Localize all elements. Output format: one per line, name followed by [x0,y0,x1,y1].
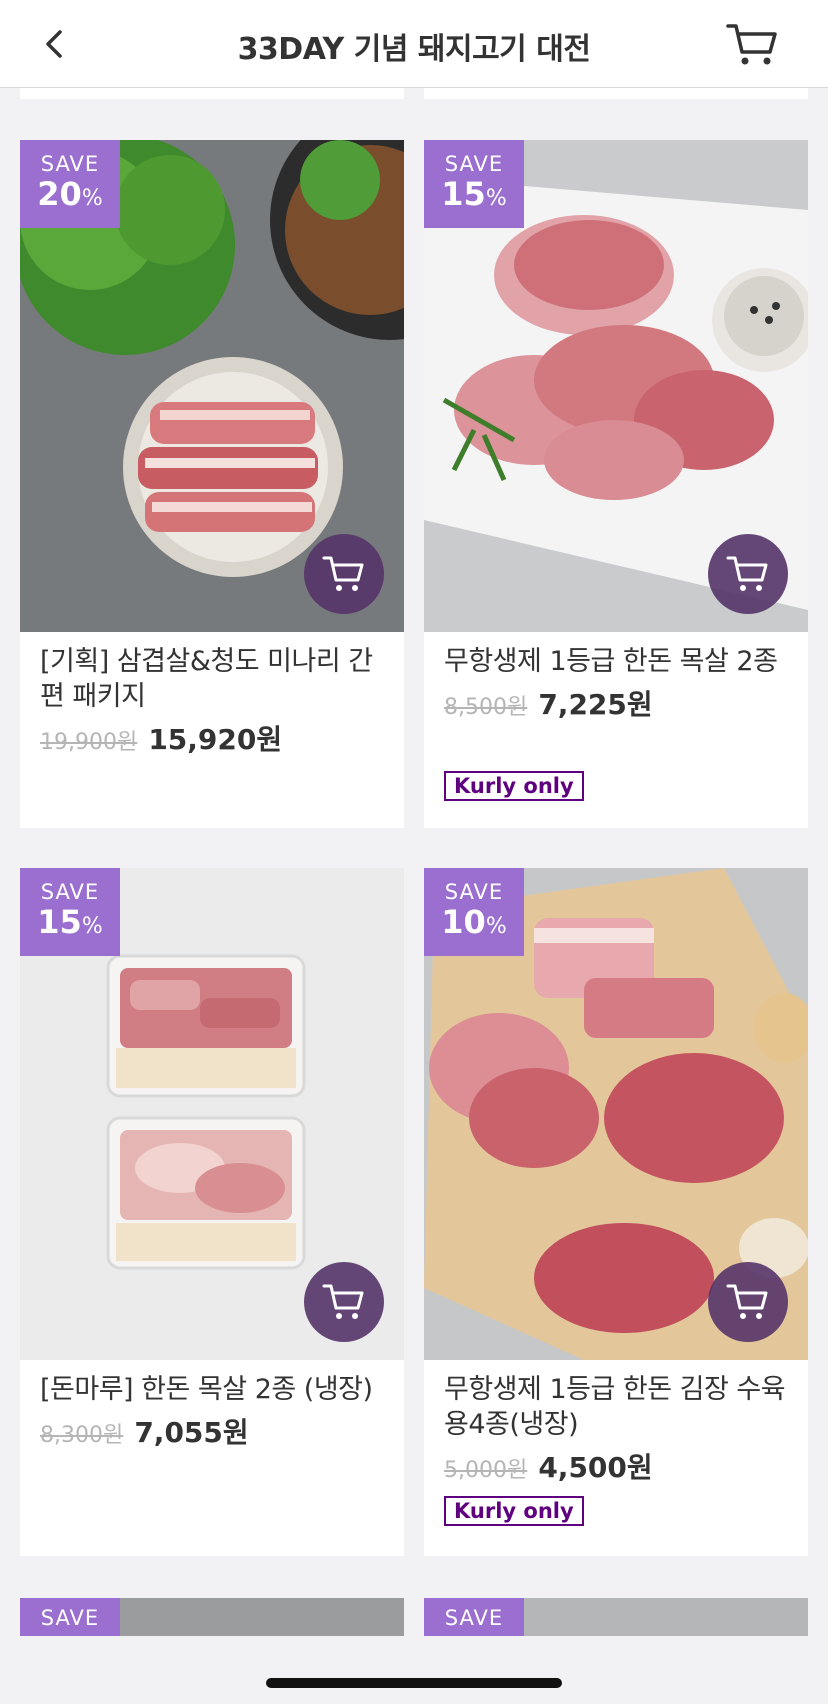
badge-percent: 15% [37,903,103,941]
badge-save-label: SAVE [444,880,504,904]
product-card[interactable]: SAVE 20% [기획] 삼겹살&청도 미나리 간편 패키지 19,900원 … [20,140,404,828]
product-info: 무항생제 1등급 한돈 김장 수육용4종(냉장) 5,000원 4,500원 K… [444,1372,792,1526]
original-price: 8,500원 [444,695,528,720]
cart-icon [726,1284,768,1319]
next-product-card[interactable]: SAVE [424,1598,808,1636]
next-product-card[interactable]: SAVE [20,1598,404,1636]
badge-percent: 10% [441,903,507,941]
add-to-cart-button[interactable] [304,1262,384,1342]
product-image[interactable]: SAVE 15% [20,868,404,1360]
discount-badge: SAVE 10% [424,868,524,956]
price-row: 5,000원 4,500원 [444,1446,792,1486]
badge-save-label: SAVE [40,880,100,904]
badge-save-label: SAVE [40,1606,100,1630]
badge-save-label: SAVE [444,1606,504,1630]
product-name: [돈마루] 한돈 목살 2종 (냉장) [40,1374,373,1405]
sale-price: 7,055원 [134,1416,249,1449]
cart-icon [726,556,768,591]
price-row: 8,500원 7,225원 [444,683,792,723]
cart-icon [726,24,777,65]
previous-product-card[interactable] [424,88,808,99]
sale-price: 7,225원 [538,688,653,721]
discount-badge: SAVE [20,1598,120,1636]
kurly-only-tag: Kurly only [444,771,584,801]
sale-price: 15,920원 [148,723,283,756]
product-name: [기획] 삼겹살&청도 미나리 간편 패키지 [40,646,373,712]
original-price: 19,900원 [40,730,138,755]
original-price: 5,000원 [444,1458,528,1483]
product-image[interactable]: SAVE 15% [424,140,808,632]
product-info: [기획] 삼겹살&청도 미나리 간편 패키지 19,900원 15,920원 [40,644,388,758]
discount-badge: SAVE 15% [424,140,524,228]
price-row: 8,300원 7,055원 [40,1411,388,1451]
add-to-cart-button[interactable] [708,1262,788,1342]
badge-save-label: SAVE [40,152,100,176]
price-row: 19,900원 15,920원 [40,718,388,758]
product-info: 무항생제 1등급 한돈 목살 2종 8,500원 7,225원 Kurly on… [444,644,792,801]
badge-save-label: SAVE [444,152,504,176]
previous-product-card[interactable] [20,88,404,99]
discount-badge: SAVE [424,1598,524,1636]
discount-badge: SAVE 20% [20,140,120,228]
discount-badge: SAVE 15% [20,868,120,956]
product-image[interactable]: SAVE 10% [424,868,808,1360]
product-image[interactable]: SAVE 20% [20,140,404,632]
sale-price: 4,500원 [538,1451,653,1484]
add-to-cart-button[interactable] [304,534,384,614]
cart-button[interactable] [724,20,780,68]
home-indicator[interactable] [266,1678,562,1688]
original-price: 8,300원 [40,1423,124,1448]
kurly-only-tag: Kurly only [444,1496,584,1526]
product-card[interactable]: SAVE 10% 무항생제 1등급 한돈 김장 수육용4종(냉장) 5,000원… [424,868,808,1556]
product-card[interactable]: SAVE 15% 무항생제 1등급 한돈 목살 2종 8,500원 7,225원… [424,140,808,828]
product-card[interactable]: SAVE 15% [돈마루] 한돈 목살 2종 (냉장) 8,300원 7,05… [20,868,404,1556]
page-title: 33DAY 기념 돼지고기 대전 [237,32,591,67]
product-info: [돈마루] 한돈 목살 2종 (냉장) 8,300원 7,055원 [40,1372,388,1451]
badge-percent: 15% [441,175,507,213]
add-to-cart-button[interactable] [708,534,788,614]
product-name: 무항생제 1등급 한돈 목살 2종 [444,646,778,677]
top-nav-bar: 33DAY 기념 돼지고기 대전 [0,0,828,88]
badge-percent: 20% [37,175,103,213]
cart-icon [322,1284,364,1319]
cart-icon [322,556,364,591]
product-name: 무항생제 1등급 한돈 김장 수육용4종(냉장) [444,1374,786,1440]
